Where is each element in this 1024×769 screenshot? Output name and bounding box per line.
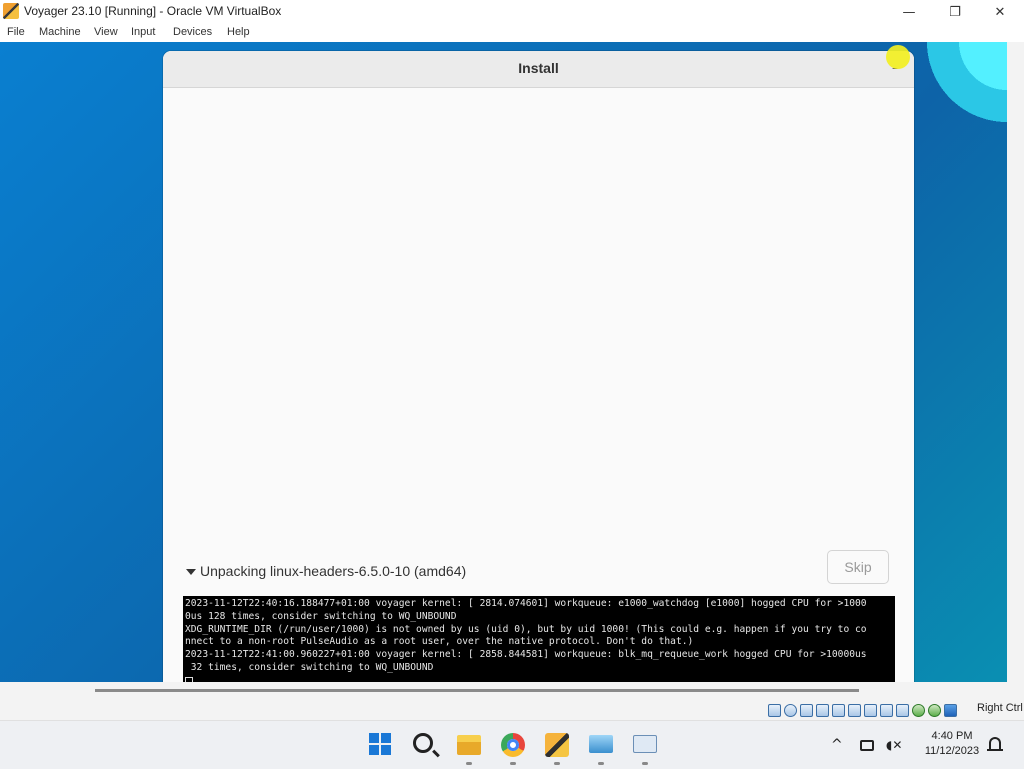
window-titlebar: Voyager 23.10 [Running] - Oracle VM Virt… <box>0 0 1024 24</box>
menu-devices[interactable]: Devices <box>173 26 212 38</box>
log-line: 32 times, consider switching to WQ_UNBOU… <box>185 661 434 673</box>
horizontal-scrollbar[interactable] <box>95 689 859 692</box>
audio-icon[interactable] <box>800 703 813 717</box>
network-icon[interactable] <box>816 703 829 717</box>
network-tray-icon[interactable] <box>860 721 874 769</box>
windows-logo-icon <box>369 733 379 743</box>
restore-icon: ❐ <box>949 4 961 20</box>
installer-header: Install – <box>163 51 914 88</box>
menu-view[interactable]: View <box>94 26 118 38</box>
installer-title: Install <box>518 60 559 76</box>
clock-time: 4:40 PM <box>931 730 973 742</box>
start-button[interactable] <box>369 733 393 757</box>
keyboard-icon[interactable] <box>944 703 957 717</box>
search-icon <box>413 733 433 753</box>
log-line: XDG_RUNTIME_DIR (/run/user/1000) is not … <box>185 623 867 635</box>
shared-folders-icon[interactable] <box>848 703 861 717</box>
chevron-up-icon: ^ <box>831 737 843 753</box>
install-log-terminal[interactable]: 2023-11-12T22:40:16.188477+01:00 voyager… <box>183 596 895 682</box>
progress-details-toggle[interactable]: Unpacking linux-headers-6.5.0-10 (amd64) <box>186 563 466 579</box>
running-indicator <box>642 762 648 765</box>
optical-drive-icon[interactable] <box>784 703 797 717</box>
taskbar-clock[interactable]: 4:40 PM 11/12/2023 <box>912 729 992 759</box>
monitor-icon <box>860 739 874 751</box>
installer-window: Install – Unpacking linux-headers-6.5.0-… <box>163 51 914 682</box>
search-button[interactable] <box>413 733 437 757</box>
virtualbox-icon[interactable] <box>545 733 569 757</box>
vm-status-bar <box>768 702 957 718</box>
menu-help[interactable]: Help <box>227 26 250 38</box>
close-icon: ✕ <box>994 4 1006 20</box>
windows-logo-pane <box>369 745 379 755</box>
log-line: 0us 128 times, consider switching to WQ_… <box>185 610 457 622</box>
skip-button[interactable]: Skip <box>827 550 889 584</box>
close-window-button[interactable]: ✕ <box>977 0 1023 24</box>
menu-machine[interactable]: Machine <box>39 26 81 38</box>
remote-desktop-icon[interactable] <box>589 735 613 753</box>
speaker-muted-icon: ◖✕ <box>886 738 903 752</box>
terminal-cursor <box>185 676 193 682</box>
video-capture-icon[interactable] <box>880 703 893 717</box>
maximize-window-button[interactable]: ❐ <box>932 0 978 24</box>
running-indicator <box>466 762 472 765</box>
file-explorer-icon[interactable] <box>457 735 481 755</box>
display-icon[interactable] <box>864 703 877 717</box>
host-key-label: Right Ctrl <box>977 702 1023 714</box>
mouse-cursor-highlight <box>886 45 910 69</box>
log-line: 2023-11-12T22:40:16.188477+01:00 voyager… <box>185 598 867 609</box>
running-indicator <box>554 762 560 765</box>
running-indicator <box>598 762 604 765</box>
clock-date: 11/12/2023 <box>924 745 980 757</box>
minimize-window-button[interactable]: — <box>886 0 932 24</box>
menu-file[interactable]: File <box>7 26 25 38</box>
vt-x-icon[interactable] <box>912 703 925 717</box>
log-line: nnect to a non-root PulseAudio as a root… <box>185 636 694 648</box>
windows-logo-pane <box>381 745 391 755</box>
chrome-icon[interactable] <box>501 733 525 757</box>
log-line: 2023-11-12T22:41:00.960227+01:00 voyager… <box>185 649 867 661</box>
running-indicator <box>510 762 516 765</box>
cpu-icon[interactable] <box>896 703 909 717</box>
minimize-icon: — <box>902 4 916 20</box>
volume-tray-icon[interactable]: ◖✕ <box>886 721 902 769</box>
usb-icon[interactable] <box>832 703 845 717</box>
notification-bell-icon[interactable] <box>987 737 1003 751</box>
menubar: File Machine View Input Devices Help <box>0 24 1024 42</box>
tray-overflow-button[interactable]: ^ <box>831 721 843 769</box>
guest-display[interactable]: Install – Unpacking linux-headers-6.5.0-… <box>0 42 1007 682</box>
mouse-integration-icon[interactable] <box>928 703 941 717</box>
taskbar: ^ ◖✕ 4:40 PM 11/12/2023 <box>0 720 1024 769</box>
virtualbox-app-icon <box>3 3 19 19</box>
menu-input[interactable]: Input <box>131 26 155 38</box>
progress-label: Unpacking linux-headers-6.5.0-10 (amd64) <box>200 563 467 579</box>
windows-logo-pane <box>381 733 391 743</box>
expand-caret-icon <box>186 569 196 575</box>
resource-monitor-icon[interactable] <box>633 735 657 753</box>
window-title: Voyager 23.10 [Running] - Oracle VM Virt… <box>24 4 282 18</box>
hard-disk-icon[interactable] <box>768 703 781 717</box>
